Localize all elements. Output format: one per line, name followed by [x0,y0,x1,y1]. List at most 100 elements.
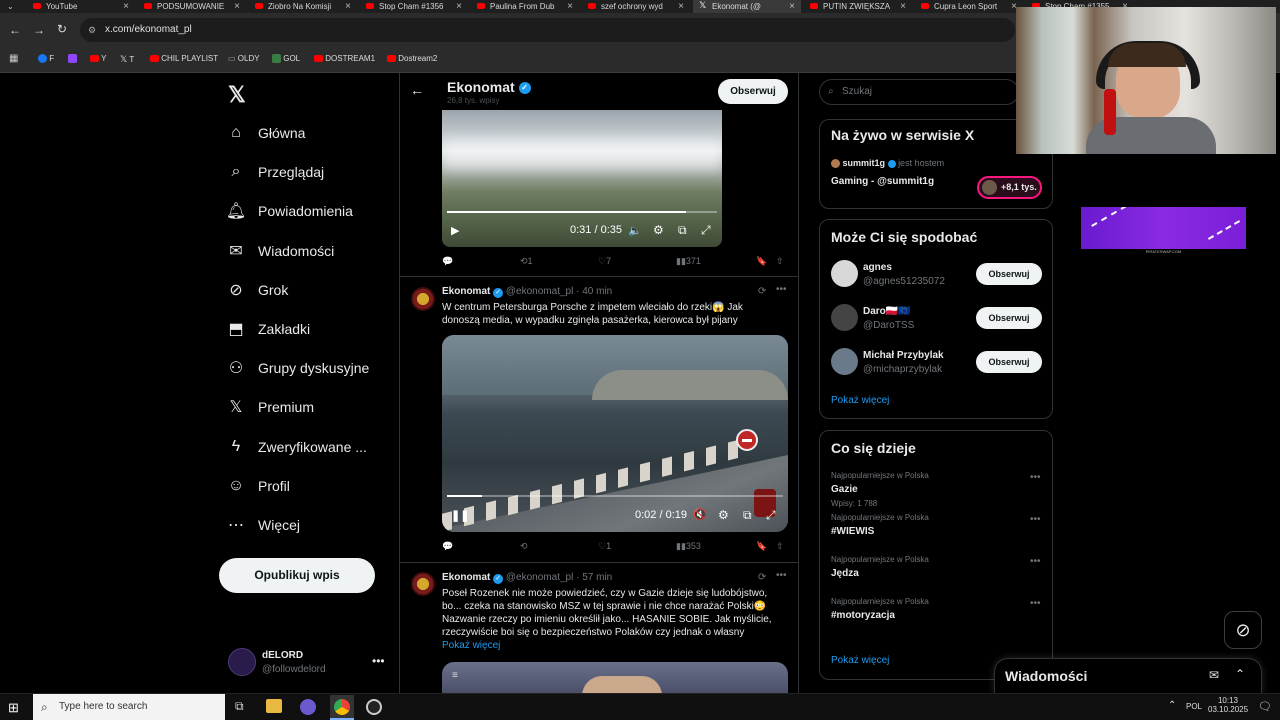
bookmark-twitch[interactable] [68,54,77,64]
browser-tab[interactable]: 𝕏 Ekonomat (@ × [693,0,801,13]
url-bar[interactable]: ⚙ x.com/ekonomat_pl [80,18,1015,42]
chrome-taskbar[interactable] [330,695,354,720]
trend-more-icon[interactable]: ••• [1030,472,1041,483]
tweet2-avatar[interactable] [411,572,435,596]
trend-name[interactable]: Jędza [831,568,859,579]
nav-item[interactable]: ⚇ Grupy dyskusyjne [226,354,369,382]
bookmark-icon[interactable]: 🔖 [756,541,767,552]
follow-button[interactable]: Obserwuj [976,263,1042,285]
user-name[interactable]: Michał Przybylak [863,350,944,361]
user-handle[interactable]: @agnes51235072 [863,276,945,287]
user-avatar[interactable] [831,304,858,331]
follow-button[interactable]: Obserwuj [976,351,1042,373]
bookmark-t[interactable]: 𝕏 T [120,54,134,65]
tab-search-button[interactable]: ⌄ [0,0,22,13]
discord-icon[interactable] [300,699,316,715]
close-tab-icon[interactable]: × [900,0,906,13]
browser-tab[interactable]: szef ochrony wyd × [582,0,690,13]
fullscreen-icon[interactable]: ⤢ [766,508,776,523]
nav-item[interactable]: ☺ Profil [226,472,290,500]
bookmark-oldy[interactable]: ▭ OLDY [228,54,260,63]
views-button[interactable]: ▮▮ 353 [676,541,701,552]
taskbar-search[interactable]: ⌕ Type here to search [33,694,225,720]
share-icon[interactable]: ⇧ [776,541,784,552]
browser-tab[interactable]: PUTIN ZWIĘKSZA × [804,0,912,13]
new-message-icon[interactable]: ✉ [1209,668,1219,682]
repost-button[interactable]: ⟲ 1 [520,256,533,267]
trend-name[interactable]: Gazie [831,484,858,495]
river-video[interactable]: ❚❚ 0:02 / 0:19 🔇 ⚙ ⧉ ⤢ [442,335,788,532]
trend-more-icon[interactable]: ••• [1030,514,1041,525]
like-button[interactable]: ♡ 1 [598,541,611,552]
nav-item[interactable]: ϟ Zweryfikowane ... [226,433,367,461]
video-progress-track[interactable] [447,495,783,497]
tweet-more-icon[interactable]: ••• [776,570,787,581]
notifications-icon[interactable]: 🗨 [1258,700,1272,713]
language-indicator[interactable]: POL [1186,702,1202,711]
reload-icon[interactable]: ↻ [57,22,67,36]
trend-name[interactable]: #WIEWIS [831,526,874,537]
tweet1-avatar[interactable] [411,287,435,311]
nav-item[interactable]: ⋯ Więcej [226,511,300,539]
tweet2-media[interactable]: ≡ [442,662,788,696]
user-handle[interactable]: @michaprzybylak [863,364,942,375]
trend-more-icon[interactable]: ••• [1030,598,1041,609]
share-icon[interactable]: ⇧ [776,256,784,267]
like-button[interactable]: ♡ 7 [598,256,611,267]
video-progress-track[interactable] [447,211,717,213]
trends-show-more[interactable]: Pokaż więcej [831,655,889,666]
browser-tab[interactable]: Stop Cham #1356 × [360,0,468,13]
windows-start-icon[interactable]: ⊞ [8,700,19,716]
browser-tab[interactable]: YouTube × [27,0,135,13]
close-tab-icon[interactable]: × [789,0,795,13]
account-more-icon[interactable]: ••• [372,654,385,668]
grok-icon[interactable]: ⟳ [758,572,766,583]
nav-item[interactable]: 𝕏 Premium [226,393,314,421]
tweet1-author[interactable]: Ekonomat [442,286,490,297]
account-avatar[interactable] [228,648,256,676]
bookmark-dostream1[interactable]: DOSTREAM1 [314,54,375,63]
pip-icon[interactable]: ⧉ [743,508,752,523]
user-avatar[interactable] [831,348,858,375]
who-to-follow-show-more[interactable]: Pokaż więcej [831,395,889,406]
user-avatar[interactable] [831,260,858,287]
close-tab-icon[interactable]: × [567,0,573,13]
header-follow-button[interactable]: Obserwuj [718,79,788,104]
mountain-video[interactable]: ▶ 0:31 / 0:35 🔈 ⚙ ⧉ ⤢ [442,110,722,247]
tray-chevron-icon[interactable]: ⌃ [1168,700,1176,711]
follow-button[interactable]: Obserwuj [976,307,1042,329]
search-input[interactable]: ⌕ Szukaj [819,79,1019,105]
repost-icon[interactable]: ⟲ [520,541,528,552]
x-logo-icon[interactable]: 𝕏 [228,82,246,108]
ad-banner[interactable] [1081,207,1246,249]
clock[interactable]: 10:13 03.10.2025 [1208,696,1248,714]
reply-icon[interactable]: 💬 [442,541,453,552]
live-host[interactable]: summit1g jest hostem [831,158,944,169]
trend-name[interactable]: #motoryzacja [831,610,895,621]
bookmark-y[interactable]: Y [90,54,106,63]
file-explorer-icon[interactable] [266,699,282,713]
live-space-title[interactable]: Gaming - @summit1g [831,176,934,187]
settings-icon[interactable]: ⚙ [718,508,729,522]
nav-item[interactable]: ⌂ Główna [226,119,305,147]
volume-icon[interactable]: 🔈 [628,224,642,237]
play-icon[interactable]: ▶ [451,224,459,237]
user-handle[interactable]: @DaroTSS [863,320,914,331]
bookmark-f[interactable]: F [38,54,54,64]
show-more-link[interactable]: Pokaż więcej [442,640,500,651]
nav-item[interactable]: ✉ Wiadomości [226,237,334,265]
user-name[interactable]: Daro🇵🇱🇪🇺 [863,306,911,317]
browser-tab[interactable]: Cupra Leon Sport × [915,0,1023,13]
nav-item[interactable]: ⬒ Zakładki [226,315,310,343]
tweet1-handle[interactable]: @ekonomat_pl [506,286,573,297]
site-info-icon[interactable]: ⚙ [88,18,96,42]
browser-tab[interactable]: Paulina From Dub × [471,0,579,13]
bookmark-dostream2[interactable]: Dostream2 [387,54,437,63]
reply-icon[interactable]: 💬 [442,256,453,267]
views-button[interactable]: ▮▮ 371 [676,256,701,267]
user-name[interactable]: agnes [863,262,892,273]
browser-tab[interactable]: Ziobro Na Komisji × [249,0,357,13]
close-tab-icon[interactable]: × [345,0,351,13]
grok-icon[interactable]: ⟳ [758,286,766,297]
trend-more-icon[interactable]: ••• [1030,556,1041,567]
